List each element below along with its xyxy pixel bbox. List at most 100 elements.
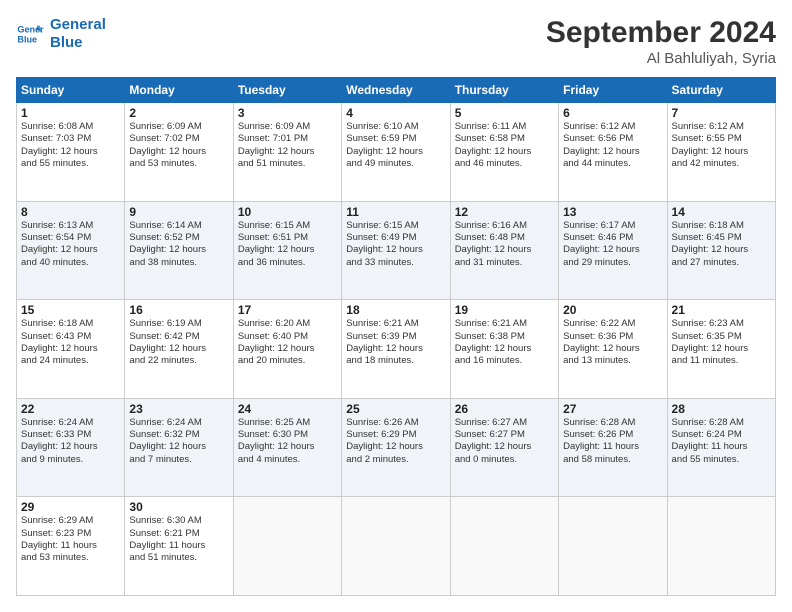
- day-info-line: Sunset: 6:58 PM: [455, 133, 554, 145]
- day-info-line: Sunrise: 6:18 AM: [21, 318, 120, 330]
- day-info-line: and 40 minutes.: [21, 257, 120, 269]
- day-info-line: Sunset: 6:42 PM: [129, 331, 228, 343]
- calendar-cell: 4Sunrise: 6:10 AMSunset: 6:59 PMDaylight…: [342, 103, 450, 202]
- calendar-cell: 24Sunrise: 6:25 AMSunset: 6:30 PMDayligh…: [233, 398, 341, 497]
- calendar-row: 15Sunrise: 6:18 AMSunset: 6:43 PMDayligh…: [17, 300, 776, 399]
- day-info-line: Sunset: 6:39 PM: [346, 331, 445, 343]
- calendar-cell: 21Sunrise: 6:23 AMSunset: 6:35 PMDayligh…: [667, 300, 775, 399]
- calendar-row: 22Sunrise: 6:24 AMSunset: 6:33 PMDayligh…: [17, 398, 776, 497]
- day-number: 12: [455, 205, 554, 219]
- day-info-line: Daylight: 12 hours: [21, 441, 120, 453]
- day-number: 19: [455, 303, 554, 317]
- day-info-line: Daylight: 12 hours: [563, 343, 662, 355]
- header-thursday: Thursday: [450, 78, 558, 103]
- day-info-line: Sunrise: 6:20 AM: [238, 318, 337, 330]
- day-info-line: Sunrise: 6:12 AM: [672, 121, 771, 133]
- day-number: 17: [238, 303, 337, 317]
- calendar-cell: [667, 497, 775, 596]
- header-wednesday: Wednesday: [342, 78, 450, 103]
- calendar-cell: [233, 497, 341, 596]
- day-info-line: Daylight: 12 hours: [672, 244, 771, 256]
- day-info-line: Sunset: 6:48 PM: [455, 232, 554, 244]
- day-info-line: and 18 minutes.: [346, 355, 445, 367]
- day-info-line: and 16 minutes.: [455, 355, 554, 367]
- calendar-cell: 25Sunrise: 6:26 AMSunset: 6:29 PMDayligh…: [342, 398, 450, 497]
- calendar-cell: 28Sunrise: 6:28 AMSunset: 6:24 PMDayligh…: [667, 398, 775, 497]
- day-info-line: Sunset: 6:33 PM: [21, 429, 120, 441]
- day-info-line: and 22 minutes.: [129, 355, 228, 367]
- day-info-line: and 4 minutes.: [238, 454, 337, 466]
- header-monday: Monday: [125, 78, 233, 103]
- day-number: 16: [129, 303, 228, 317]
- day-info-line: and 38 minutes.: [129, 257, 228, 269]
- calendar-cell: [559, 497, 667, 596]
- day-info-line: Daylight: 12 hours: [238, 146, 337, 158]
- day-info-line: and 58 minutes.: [563, 454, 662, 466]
- day-info-line: and 9 minutes.: [21, 454, 120, 466]
- day-number: 14: [672, 205, 771, 219]
- day-info-line: Sunset: 6:51 PM: [238, 232, 337, 244]
- calendar-cell: 9Sunrise: 6:14 AMSunset: 6:52 PMDaylight…: [125, 201, 233, 300]
- day-info-line: Daylight: 12 hours: [21, 343, 120, 355]
- calendar-cell: 20Sunrise: 6:22 AMSunset: 6:36 PMDayligh…: [559, 300, 667, 399]
- day-number: 29: [21, 500, 120, 514]
- day-number: 10: [238, 205, 337, 219]
- day-info-line: and 36 minutes.: [238, 257, 337, 269]
- day-info-line: Daylight: 12 hours: [455, 343, 554, 355]
- day-info-line: Sunrise: 6:12 AM: [563, 121, 662, 133]
- day-info-line: and 44 minutes.: [563, 158, 662, 170]
- day-info-line: Sunset: 6:32 PM: [129, 429, 228, 441]
- day-info-line: Daylight: 12 hours: [346, 343, 445, 355]
- day-info-line: Sunset: 6:29 PM: [346, 429, 445, 441]
- day-number: 2: [129, 106, 228, 120]
- day-info-line: Sunrise: 6:30 AM: [129, 515, 228, 527]
- day-number: 13: [563, 205, 662, 219]
- day-info-line: Sunset: 6:35 PM: [672, 331, 771, 343]
- day-info-line: Sunset: 6:52 PM: [129, 232, 228, 244]
- day-info-line: Sunrise: 6:21 AM: [455, 318, 554, 330]
- calendar-cell: 2Sunrise: 6:09 AMSunset: 7:02 PMDaylight…: [125, 103, 233, 202]
- day-info-line: Daylight: 11 hours: [21, 540, 120, 552]
- location: Al Bahluliyah, Syria: [546, 50, 776, 67]
- day-info-line: and 11 minutes.: [672, 355, 771, 367]
- day-info-line: Sunrise: 6:08 AM: [21, 121, 120, 133]
- day-number: 18: [346, 303, 445, 317]
- day-info-line: Daylight: 12 hours: [563, 146, 662, 158]
- day-info-line: Daylight: 12 hours: [21, 146, 120, 158]
- day-number: 3: [238, 106, 337, 120]
- day-number: 25: [346, 402, 445, 416]
- day-info-line: Daylight: 12 hours: [129, 244, 228, 256]
- day-info-line: Sunrise: 6:14 AM: [129, 220, 228, 232]
- day-info-line: Sunset: 6:54 PM: [21, 232, 120, 244]
- day-number: 11: [346, 205, 445, 219]
- calendar-cell: 1Sunrise: 6:08 AMSunset: 7:03 PMDaylight…: [17, 103, 125, 202]
- calendar-cell: 22Sunrise: 6:24 AMSunset: 6:33 PMDayligh…: [17, 398, 125, 497]
- day-info-line: Sunset: 7:03 PM: [21, 133, 120, 145]
- day-info-line: Sunrise: 6:15 AM: [346, 220, 445, 232]
- day-info-line: Daylight: 11 hours: [672, 441, 771, 453]
- day-info-line: Sunrise: 6:27 AM: [455, 417, 554, 429]
- calendar-cell: 15Sunrise: 6:18 AMSunset: 6:43 PMDayligh…: [17, 300, 125, 399]
- calendar-cell: 5Sunrise: 6:11 AMSunset: 6:58 PMDaylight…: [450, 103, 558, 202]
- day-info-line: Daylight: 12 hours: [129, 343, 228, 355]
- day-info-line: and 0 minutes.: [455, 454, 554, 466]
- calendar-cell: [342, 497, 450, 596]
- calendar-cell: 26Sunrise: 6:27 AMSunset: 6:27 PMDayligh…: [450, 398, 558, 497]
- day-info-line: Sunset: 7:02 PM: [129, 133, 228, 145]
- day-info-line: Sunset: 6:38 PM: [455, 331, 554, 343]
- calendar-cell: 29Sunrise: 6:29 AMSunset: 6:23 PMDayligh…: [17, 497, 125, 596]
- day-info-line: Daylight: 12 hours: [455, 146, 554, 158]
- day-info-line: and 42 minutes.: [672, 158, 771, 170]
- day-info-line: Sunrise: 6:09 AM: [129, 121, 228, 133]
- day-info-line: Sunrise: 6:21 AM: [346, 318, 445, 330]
- day-info-line: Sunrise: 6:16 AM: [455, 220, 554, 232]
- day-info-line: and 33 minutes.: [346, 257, 445, 269]
- calendar-cell: 8Sunrise: 6:13 AMSunset: 6:54 PMDaylight…: [17, 201, 125, 300]
- day-info-line: Sunrise: 6:26 AM: [346, 417, 445, 429]
- day-info-line: Sunrise: 6:29 AM: [21, 515, 120, 527]
- day-info-line: and 2 minutes.: [346, 454, 445, 466]
- header-tuesday: Tuesday: [233, 78, 341, 103]
- day-info-line: Sunset: 6:56 PM: [563, 133, 662, 145]
- day-info-line: Daylight: 12 hours: [672, 146, 771, 158]
- calendar-cell: 17Sunrise: 6:20 AMSunset: 6:40 PMDayligh…: [233, 300, 341, 399]
